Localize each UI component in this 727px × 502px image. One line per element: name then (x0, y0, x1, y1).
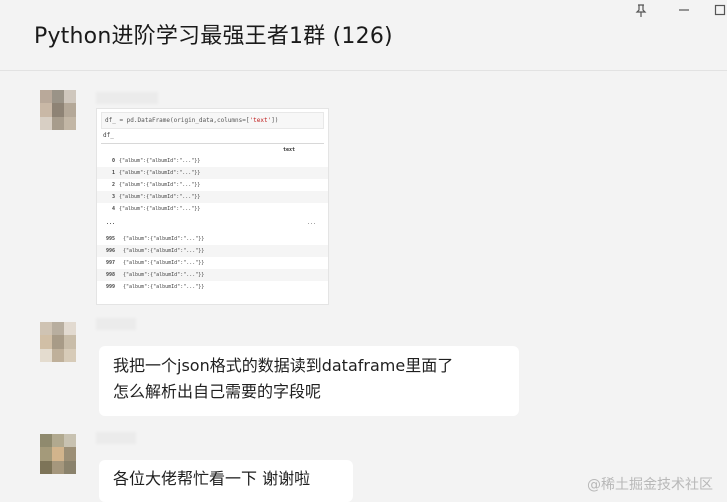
table-row: 3 {"album":{"albumId":"..."}} (97, 191, 328, 203)
table-row: 997 {"album":{"albumId":"..."}} (105, 260, 205, 266)
minimize-icon (679, 9, 689, 11)
pin-button[interactable] (628, 2, 654, 20)
message-text-line: 各位大佬帮忙看一下 谢谢啦 (113, 469, 311, 488)
avatar[interactable] (40, 434, 76, 474)
table-row: 996 {"album":{"albumId":"..."}} (97, 245, 328, 257)
message-text-line: 我把一个json格式的数据读到dataframe里面了 (113, 356, 454, 375)
table-row: 2 {"album":{"albumId":"..."}} (111, 182, 201, 188)
table-row: 999 {"album":{"albumId":"..."}} (105, 284, 205, 290)
message-bubble[interactable]: 我把一个json格式的数据读到dataframe里面了 怎么解析出自己需要的字段… (99, 346, 519, 416)
table-row: 0 {"album":{"albumId":"..."}} (111, 158, 201, 164)
message-text-line: 怎么解析出自己需要的字段呢 (113, 382, 322, 401)
table-row: 995 {"album":{"albumId":"..."}} (105, 236, 205, 242)
maximize-icon (714, 4, 726, 16)
image-message[interactable]: df_ = pd.DataFrame(origin_data,columns=[… (96, 108, 329, 305)
chat-title: Python进阶学习最强王者1群 (126) (34, 24, 393, 49)
code-cell: df_ = pd.DataFrame(origin_data,columns=[… (101, 112, 324, 129)
maximize-button[interactable] (707, 2, 727, 20)
sender-name (96, 318, 136, 330)
watermark: @稀土掘金技术社区 (587, 477, 713, 493)
avatar[interactable] (40, 322, 76, 362)
message-bubble[interactable]: 各位大佬帮忙看一下 谢谢啦 (99, 460, 353, 502)
table-row: 1 {"album":{"albumId":"..."}} (97, 167, 328, 179)
table-row: 4 {"album":{"albumId":"..."}} (111, 206, 201, 212)
table-row: 998 {"album":{"albumId":"..."}} (97, 269, 328, 281)
avatar[interactable] (40, 90, 76, 130)
minimize-button[interactable] (671, 2, 697, 20)
table-ellipsis: ... ... (105, 220, 317, 226)
chat-header: Python进阶学习最强王者1群 (126) (0, 0, 727, 71)
column-header: text (283, 147, 296, 153)
sender-name (96, 432, 136, 444)
output-variable: df_ (103, 132, 114, 139)
sender-name (96, 92, 158, 104)
divider (101, 143, 324, 144)
pin-icon (635, 4, 647, 17)
